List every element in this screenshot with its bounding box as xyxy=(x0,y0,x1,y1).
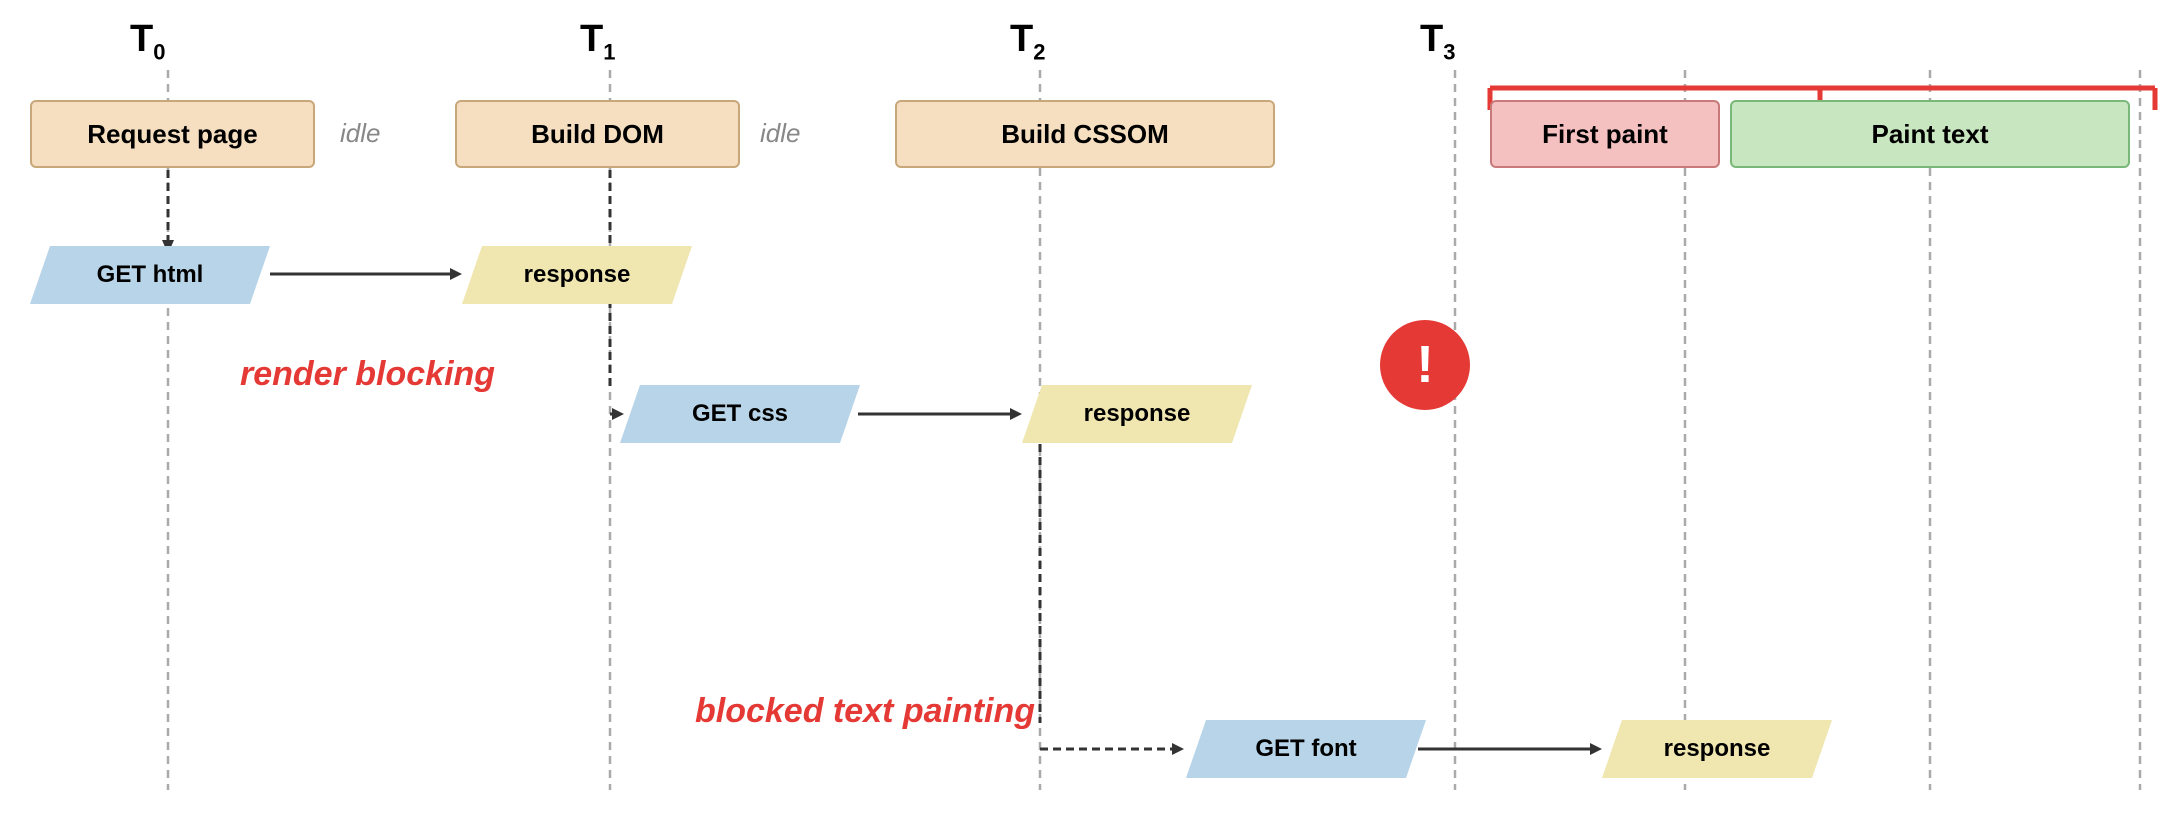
get-html-box: GET html xyxy=(30,246,270,304)
error-circle: ! xyxy=(1380,320,1470,410)
request-page-bar: Request page xyxy=(30,100,315,168)
time-label-t3: T3 xyxy=(1420,18,1455,66)
get-css-box: GET css xyxy=(620,385,860,443)
first-paint-bar: First paint xyxy=(1490,100,1720,168)
response-font-box: response xyxy=(1602,720,1832,778)
blocked-text-painting-label: blocked text painting xyxy=(695,692,1035,731)
get-font-box: GET font xyxy=(1186,720,1426,778)
build-cssom-bar: Build CSSOM xyxy=(895,100,1275,168)
time-label-t0: T0 xyxy=(130,18,165,66)
diagram: T0 T1 T2 T3 Request page Build DOM Build… xyxy=(0,0,2177,824)
response-html-box: response xyxy=(462,246,692,304)
paint-text-bar: Paint text xyxy=(1730,100,2130,168)
idle-label-1: idle xyxy=(340,118,380,149)
render-blocking-label: render blocking xyxy=(240,355,495,394)
time-label-t1: T1 xyxy=(580,18,615,66)
time-label-t2: T2 xyxy=(1010,18,1045,66)
build-dom-bar: Build DOM xyxy=(455,100,740,168)
idle-label-2: idle xyxy=(760,118,800,149)
response-css-box: response xyxy=(1022,385,1252,443)
